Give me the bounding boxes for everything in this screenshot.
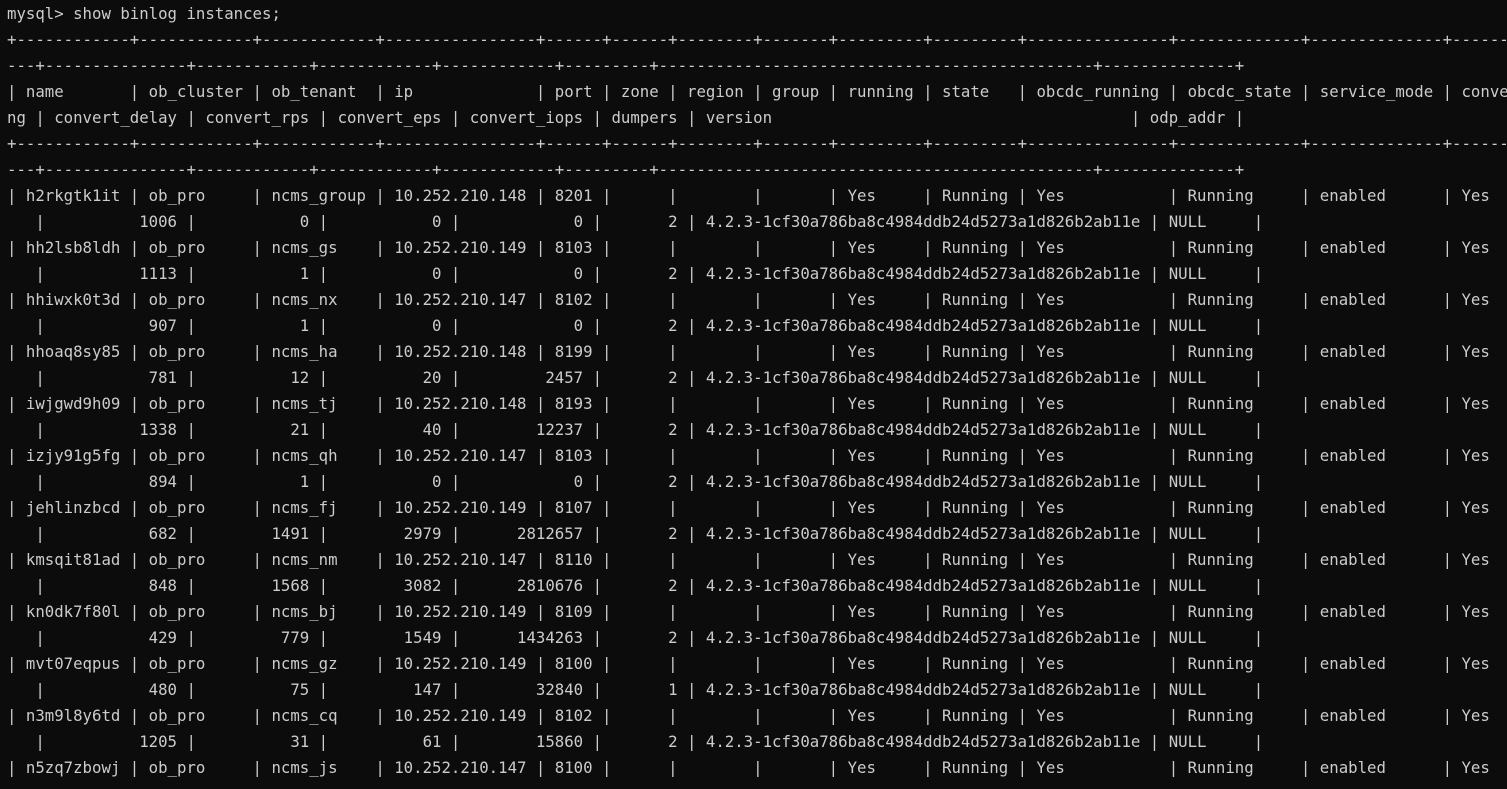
table-header: ng | convert_delay | convert_rps | conve… [7, 108, 1245, 127]
table-row: | 480 | 75 | 147 | 32840 | 1 | 4.2.3-1cf… [7, 680, 1264, 699]
table-row: | 894 | 1 | 0 | 0 | 2 | 4.2.3-1cf30a786b… [7, 472, 1264, 491]
table-border: +------------+------------+------------+… [7, 134, 1507, 153]
table-row: | 907 | 1 | 0 | 0 | 2 | 4.2.3-1cf30a786b… [7, 316, 1264, 335]
table-row: | izjy91g5fg | ob_pro | ncms_qh | 10.252… [7, 446, 1490, 465]
table-row: | 1338 | 21 | 40 | 12237 | 2 | 4.2.3-1cf… [7, 420, 1264, 439]
table-row: | h2rkgtk1it | ob_pro | ncms_group | 10.… [7, 186, 1490, 205]
table-row: | 1205 | 31 | 61 | 15860 | 2 | 4.2.3-1cf… [7, 732, 1264, 751]
table-row: | 848 | 1568 | 3082 | 2810676 | 2 | 4.2.… [7, 576, 1264, 595]
table-row: | 1113 | 1 | 0 | 0 | 2 | 4.2.3-1cf30a786… [7, 264, 1264, 283]
table-row: | iwjgwd9h09 | ob_pro | ncms_tj | 10.252… [7, 394, 1490, 413]
table-row: | hhiwxk0t3d | ob_pro | ncms_nx | 10.252… [7, 290, 1490, 309]
table-header: | name | ob_cluster | ob_tenant | ip | p… [7, 82, 1507, 101]
table-border: ---+---------------+------------+-------… [7, 56, 1245, 75]
table-row: | mvt07eqpus | ob_pro | ncms_gz | 10.252… [7, 654, 1490, 673]
terminal-output[interactable]: mysql> show binlog instances; +---------… [7, 1, 1507, 789]
table-row: | hhoaq8sy85 | ob_pro | ncms_ha | 10.252… [7, 342, 1490, 361]
command-prompt-line: mysql> show binlog instances; [7, 4, 281, 23]
table-row: | kmsqit81ad | ob_pro | ncms_nm | 10.252… [7, 550, 1490, 569]
table-border: +------------+------------+------------+… [7, 30, 1507, 49]
table-row: | jehlinzbcd | ob_pro | ncms_fj | 10.252… [7, 498, 1490, 517]
table-row: | kn0dk7f80l | ob_pro | ncms_bj | 10.252… [7, 602, 1490, 621]
table-row: | n3m9l8y6td | ob_pro | ncms_cq | 10.252… [7, 706, 1490, 725]
table-border: ---+---------------+------------+-------… [7, 160, 1245, 179]
table-row: | 781 | 12 | 20 | 2457 | 2 | 4.2.3-1cf30… [7, 368, 1264, 387]
table-row: | 429 | 779 | 1549 | 1434263 | 2 | 4.2.3… [7, 628, 1264, 647]
table-row: | 682 | 1491 | 2979 | 2812657 | 2 | 4.2.… [7, 524, 1264, 543]
table-row: | n5zq7zbowj | ob_pro | ncms_js | 10.252… [7, 758, 1490, 777]
table-row: | 1006 | 0 | 0 | 0 | 2 | 4.2.3-1cf30a786… [7, 212, 1264, 231]
table-row: | hh2lsb8ldh | ob_pro | ncms_gs | 10.252… [7, 238, 1490, 257]
